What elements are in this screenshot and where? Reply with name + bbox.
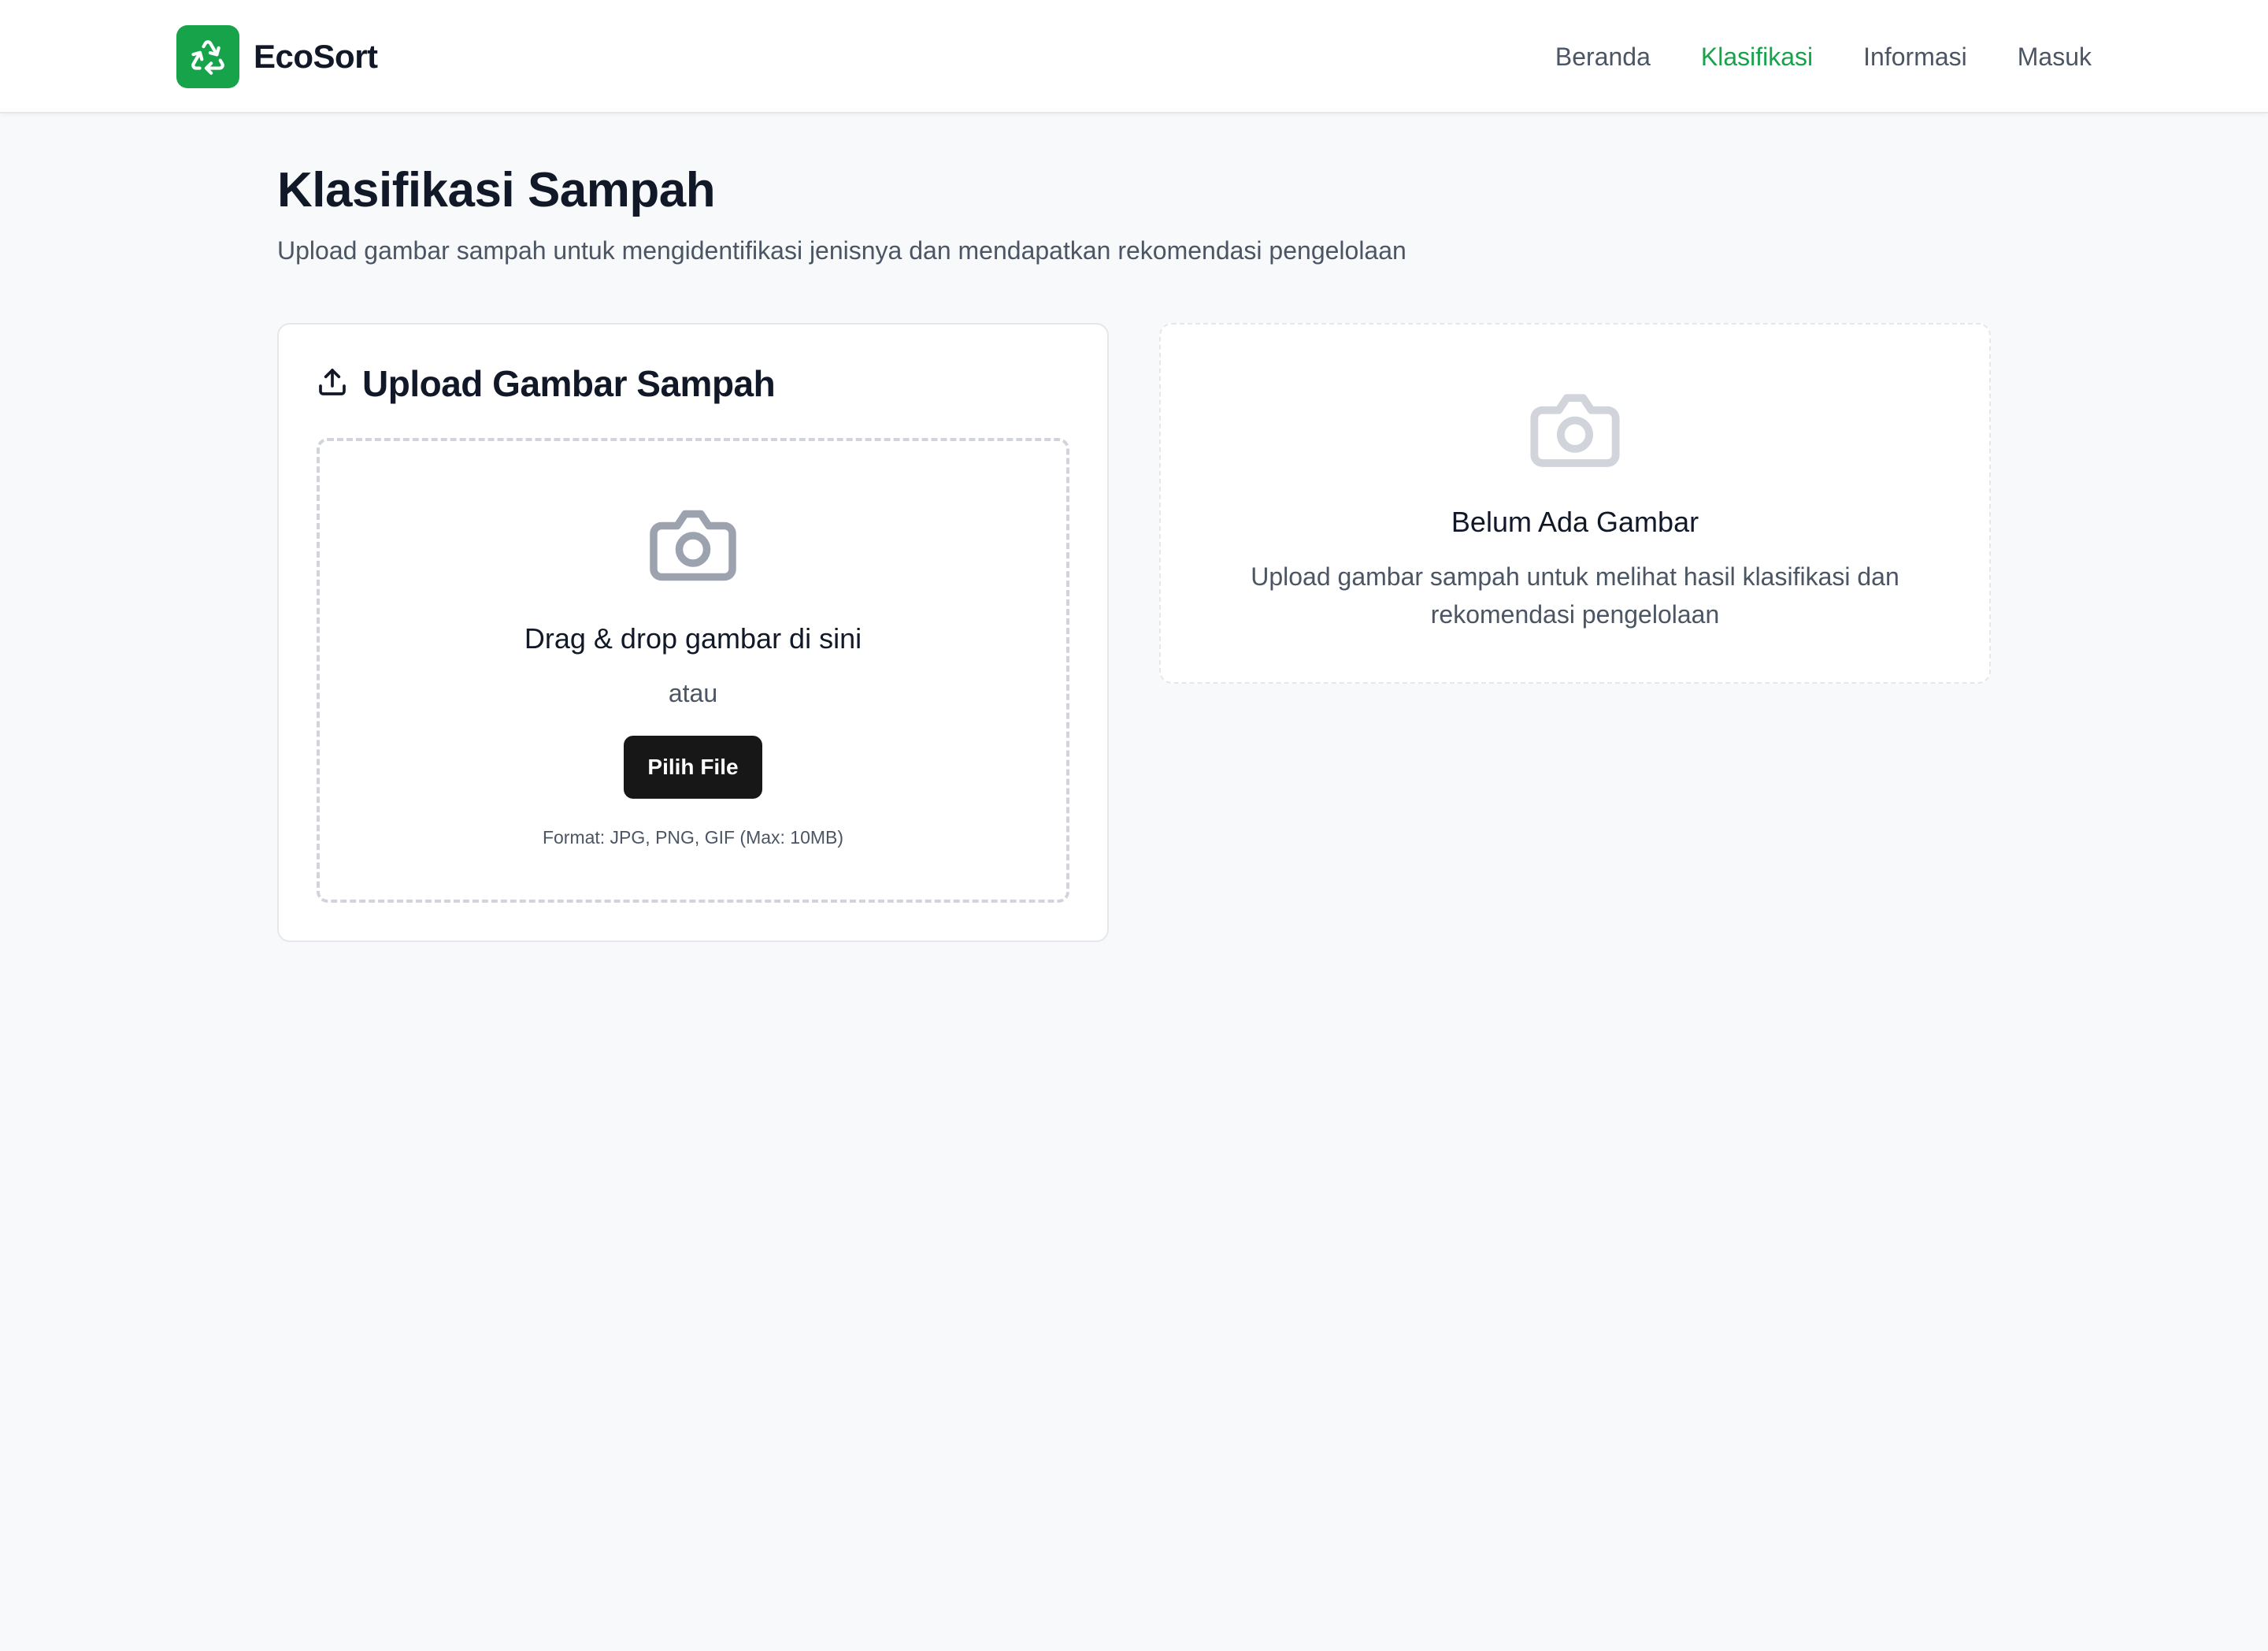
page-subtitle: Upload gambar sampah untuk mengidentifik…	[277, 236, 1406, 265]
camera-icon	[1526, 388, 1624, 469]
main-nav: Beranda Klasifikasi Informasi Masuk	[1555, 0, 2092, 113]
upload-card-header: Upload Gambar Sampah	[317, 362, 776, 405]
brand-name: EcoSort	[254, 38, 378, 75]
upload-card-title: Upload Gambar Sampah	[362, 363, 776, 404]
nav-link-informasi[interactable]: Informasi	[1863, 43, 1967, 72]
dropzone-or-text: atau	[668, 679, 718, 707]
top-navbar: EcoSort Beranda Klasifikasi Informasi Ma…	[0, 0, 2268, 113]
nav-link-masuk[interactable]: Masuk	[2018, 43, 2092, 72]
format-hint: Format: JPG, PNG, GIF (Max: 10MB)	[542, 827, 844, 848]
dropzone-title: Drag & drop gambar di sini	[524, 622, 862, 655]
camera-icon	[646, 504, 740, 583]
empty-state-title: Belum Ada Gambar	[1451, 506, 1699, 538]
choose-file-button[interactable]: Pilih File	[624, 736, 762, 799]
upload-icon	[317, 366, 348, 402]
upload-card: Upload Gambar Sampah Drag & drop gambar …	[277, 323, 1109, 942]
recycle-icon	[176, 25, 239, 88]
result-placeholder-card: Belum Ada Gambar Upload gambar sampah un…	[1159, 323, 1991, 684]
nav-link-beranda[interactable]: Beranda	[1555, 43, 1651, 72]
nav-link-klasifikasi[interactable]: Klasifikasi	[1701, 43, 1813, 72]
brand[interactable]: EcoSort	[176, 24, 378, 89]
image-dropzone[interactable]: Drag & drop gambar di sini atau Pilih Fi…	[317, 438, 1069, 903]
empty-state-description: Upload gambar sampah untuk melihat hasil…	[1251, 562, 1899, 629]
page-title: Klasifikasi Sampah	[277, 163, 716, 217]
